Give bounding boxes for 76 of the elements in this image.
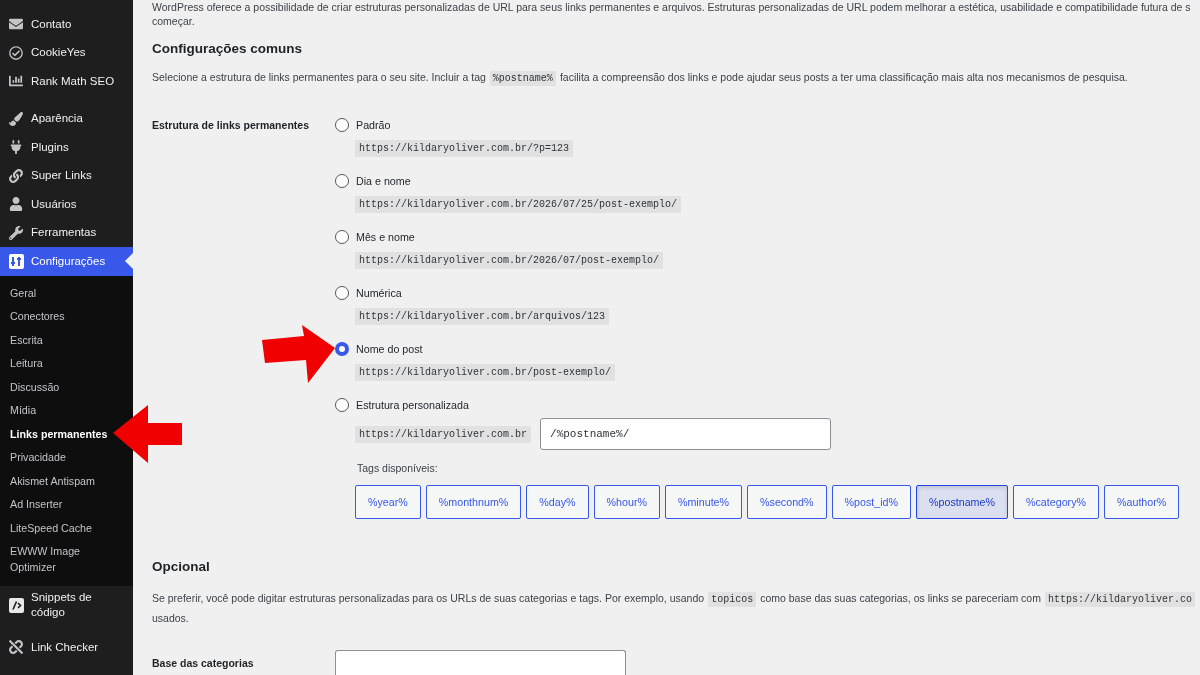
field-label: Estrutura de links permanentes — [152, 118, 309, 133]
intro-text: WordPress oferece a possibilidade de criar estruturas personalizadas de URL para seus links permanentes e arquivos. Estruturas personalizadas de URL podem melhorar a estética, usabilidade e compatibilidade futura de s começar. — [152, 0, 1192, 28]
tag-button[interactable]: %hour% — [593, 485, 660, 519]
tag-button[interactable]: %day% — [526, 485, 589, 519]
menu-item[interactable]: Usuários — [0, 190, 133, 219]
radio-button[interactable] — [335, 342, 349, 356]
code-snippet: topicos — [708, 592, 757, 607]
menu-item[interactable]: Snippets de código — [0, 586, 133, 624]
option-label[interactable]: Mês e nome — [356, 231, 415, 243]
user-icon — [9, 197, 23, 212]
tag-button[interactable]: %second% — [747, 485, 827, 519]
category-base-field[interactable] — [335, 650, 626, 675]
url-prefix: https://kildaryoliver.com.br — [355, 425, 532, 443]
url-example: https://kildaryoliver.com.br/2026/07/post-exemplo/ — [355, 252, 664, 269]
envelope-icon — [9, 17, 23, 32]
submenu-item[interactable]: Privacidade — [0, 446, 70, 470]
code-snippet: https://kildaryoliver.co — [1044, 592, 1195, 607]
tag-button[interactable]: %postname% — [916, 485, 1008, 519]
option-label[interactable]: Padrão — [356, 119, 391, 131]
tag-button[interactable]: %category% — [1013, 485, 1099, 519]
radio-button[interactable] — [335, 230, 349, 244]
section-heading: Opcional — [152, 558, 211, 576]
submenu-item[interactable]: Mídia — [0, 399, 41, 423]
url-example: https://kildaryoliver.com.br/arquivos/123 — [355, 308, 610, 325]
radio-button[interactable] — [335, 398, 349, 412]
menu-item[interactable]: Ferramentas — [0, 218, 133, 247]
tag-button[interactable]: %post_id% — [831, 485, 912, 519]
submenu-item[interactable]: EWWW Image Optimizer — [0, 540, 112, 579]
description-text: Se preferir, você pode digitar estruturas personalizadas para os URLs de suas categorias e tags. Por exemplo, usando topicos como base das suas categorias, os links se pareceriam com https://kildaryoliver.co usados. — [152, 589, 1200, 627]
tag-button[interactable]: %monthnum% — [425, 485, 522, 519]
menu-item[interactable]: Configurações — [0, 247, 133, 276]
tags-label: Tags disponíveis: — [357, 461, 438, 476]
code-square-icon — [8, 597, 24, 613]
sliders-square-icon — [8, 253, 24, 269]
option-label[interactable]: Dia e nome — [356, 175, 411, 187]
url-example: https://kildaryoliver.com.br/2026/07/25/post-exemplo/ — [355, 196, 682, 213]
menu-item[interactable]: Rank Math SEO — [0, 67, 133, 96]
radio-button[interactable] — [335, 286, 349, 300]
option-label[interactable]: Nome do post — [356, 343, 423, 355]
link-icon — [9, 168, 23, 183]
code-snippet: %postname% — [489, 71, 556, 86]
menu-item[interactable]: Contato — [0, 10, 133, 39]
submenu-item[interactable]: Escrita — [0, 328, 47, 352]
url-example: https://kildaryoliver.com.br/post-exemplo/ — [355, 364, 616, 381]
tag-button[interactable]: %author% — [1104, 485, 1180, 519]
section-heading: Configurações comuns — [152, 40, 304, 58]
bar-chart-icon — [9, 74, 23, 89]
description-text: Selecione a estrutura de links permanentes para o seu site. Incluir a tag %postname% facilita a compreensão dos links e pode ajudar seus posts a ter uma classificação mais alta nos mecanismos de pesquisa. — [152, 70, 1129, 88]
arrow-icon — [262, 325, 335, 383]
tag-button[interactable]: %minute% — [664, 485, 743, 519]
submenu-item[interactable]: Akismet Antispam — [0, 469, 99, 493]
submenu-item[interactable]: Ad Inserter — [0, 493, 67, 517]
submenu-item[interactable]: Links permanentes — [0, 422, 112, 446]
wrench-icon — [9, 225, 23, 240]
submenu-item[interactable]: LiteSpeed Cache — [0, 516, 96, 540]
option-label[interactable]: Numérica — [356, 287, 402, 299]
arrow-icon — [113, 405, 182, 463]
plug-icon — [9, 140, 23, 155]
menu-item[interactable]: Aparência — [0, 104, 133, 133]
submenu-item[interactable]: Conectores — [0, 305, 69, 329]
menu-item[interactable]: Link Checker — [0, 633, 133, 662]
menu-item[interactable]: CookieYes — [0, 38, 133, 67]
submenu-item[interactable]: Discussão — [0, 375, 64, 399]
custom-structure-field[interactable]: /%postname%/ — [540, 418, 832, 450]
submenu-item[interactable]: Leitura — [0, 352, 47, 376]
paintbrush-icon — [9, 111, 23, 126]
option-label[interactable]: Estrutura personalizada — [356, 399, 469, 411]
broken-link-icon — [9, 640, 23, 655]
submenu-item[interactable]: Geral — [0, 281, 41, 305]
menu-item[interactable]: Super Links — [0, 161, 133, 190]
radio-button[interactable] — [335, 174, 349, 188]
url-example: https://kildaryoliver.com.br/?p=123 — [355, 140, 574, 157]
radio-button[interactable] — [335, 118, 349, 132]
tag-button[interactable]: %year% — [355, 485, 421, 519]
menu-item[interactable]: Plugins — [0, 133, 133, 162]
field-label: Base das categorias — [152, 656, 254, 671]
